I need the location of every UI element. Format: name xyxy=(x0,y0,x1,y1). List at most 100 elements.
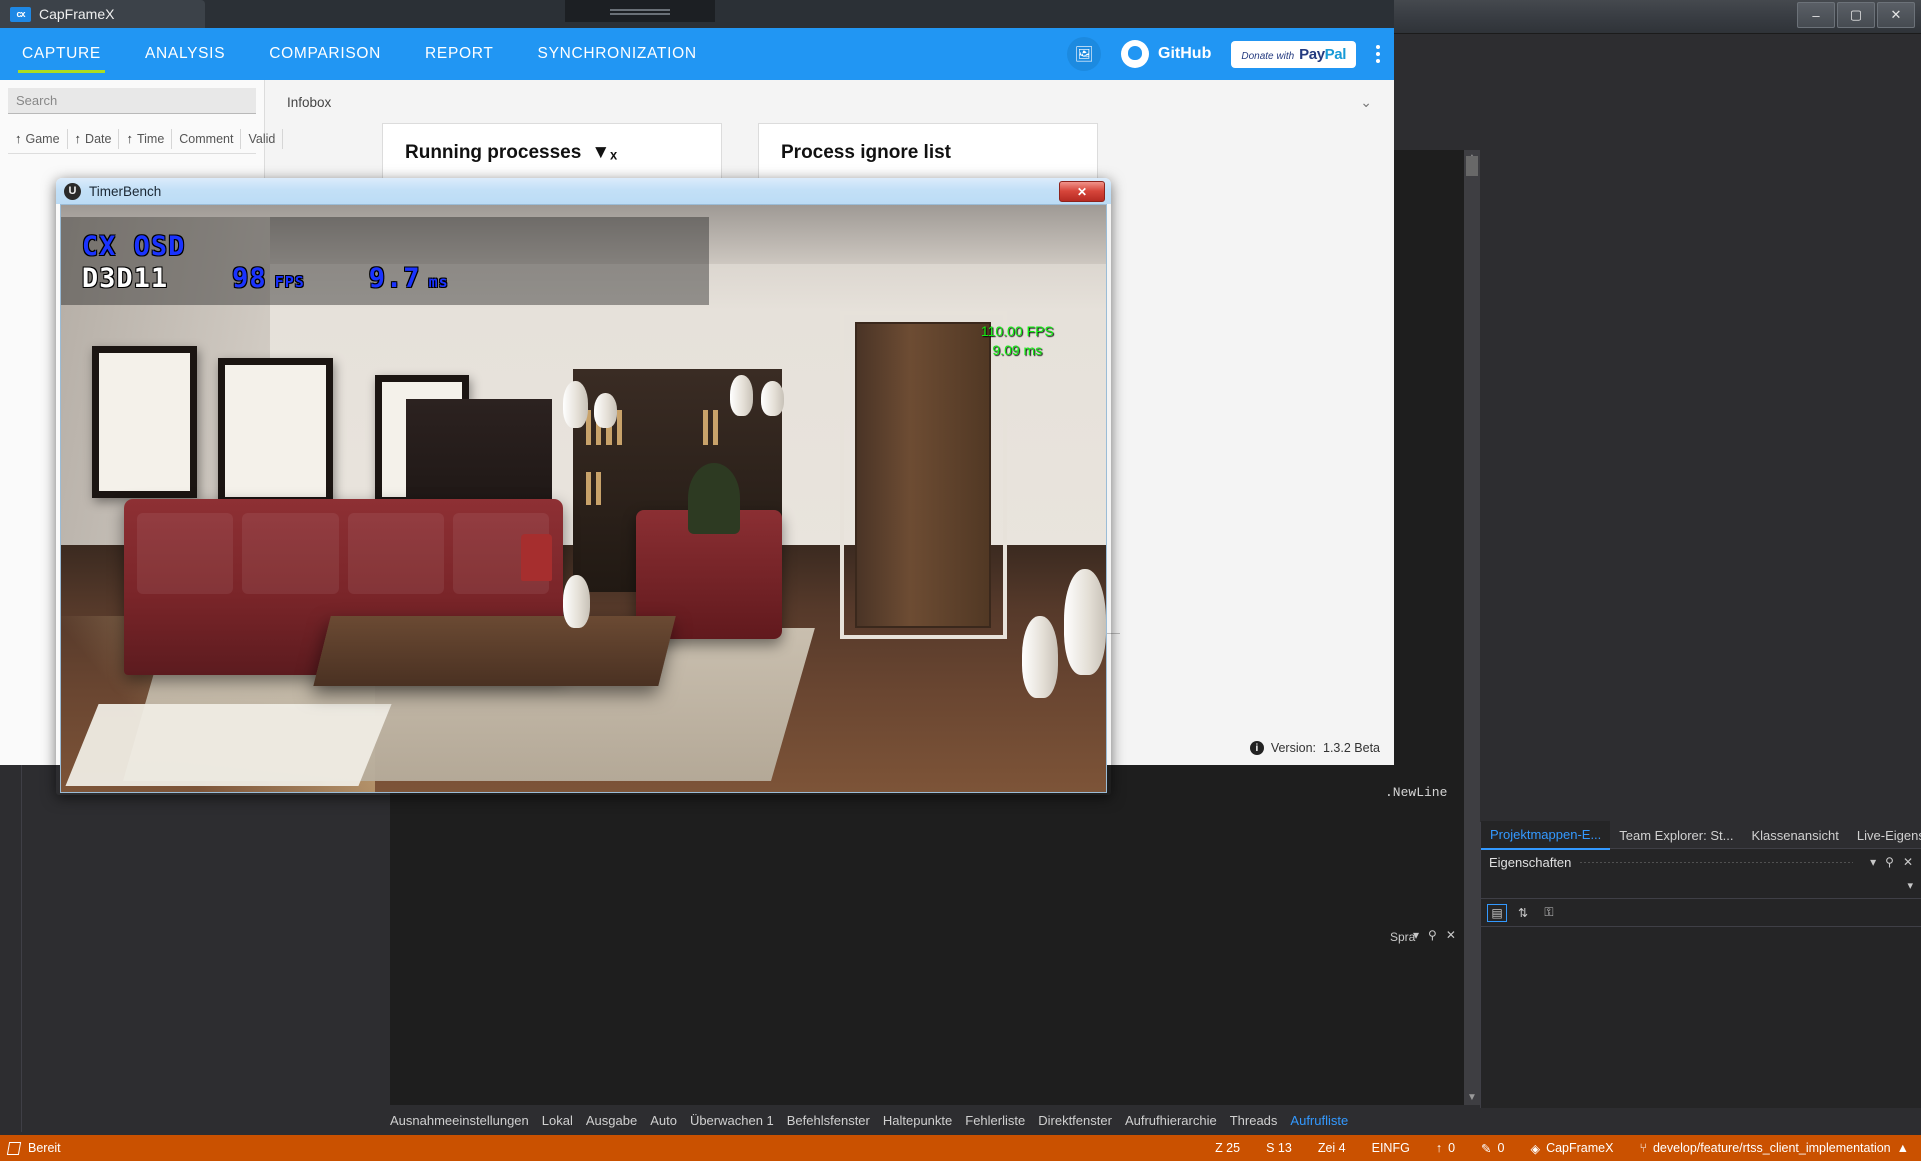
column-header-comment[interactable]: Comment xyxy=(172,128,242,149)
scene-table-lamp xyxy=(520,533,553,581)
header-label-date: Date xyxy=(85,131,112,146)
tab-live-eigenschaften[interactable]: Live-Eigenschaft... xyxy=(1848,822,1921,849)
minitool-close-icon[interactable]: ✕ xyxy=(1446,928,1456,942)
ignore-list-label: Process ignore list xyxy=(781,142,952,163)
tab-ueberwachen-1[interactable]: Überwachen 1 xyxy=(690,1113,774,1128)
tab-capture[interactable]: CAPTURE xyxy=(0,28,123,80)
properties-pin-icon[interactable]: ⚲ xyxy=(1885,855,1894,869)
status-ready-icon xyxy=(6,1141,22,1155)
tab-threads[interactable]: Threads xyxy=(1230,1113,1278,1128)
column-header-game[interactable]: ↑ Game xyxy=(8,128,68,149)
record-table-header[interactable]: ↑ Game ↑ Date ↑ Time Comment Valid xyxy=(8,124,284,154)
filter-off-icon[interactable]: ▼ₓ xyxy=(591,142,617,164)
properties-title: Eigenschaften xyxy=(1489,854,1572,870)
branch-caret-icon[interactable]: ▲ xyxy=(1897,1141,1909,1155)
kebab-menu-icon[interactable] xyxy=(1376,45,1380,63)
status-repository[interactable]: ◈ CapFrameX xyxy=(1530,1141,1613,1156)
vs-maximize-button[interactable]: ▢ xyxy=(1837,2,1875,28)
tab-auto[interactable]: Auto xyxy=(650,1113,677,1128)
version-value: 1.3.2 Beta xyxy=(1323,741,1380,755)
scene-picture-frame xyxy=(92,345,197,499)
github-button[interactable]: GitHub xyxy=(1121,40,1211,68)
donate-paypal-button[interactable]: Donate with PayPal xyxy=(1231,40,1356,68)
tab-haltepunkte[interactable]: Haltepunkte xyxy=(883,1113,952,1128)
info-icon: i xyxy=(1249,741,1264,755)
properties-close-icon[interactable]: ✕ xyxy=(1903,855,1913,869)
tab-aufrufhierarchie[interactable]: Aufrufhierarchie xyxy=(1125,1113,1217,1128)
vs-window-controls[interactable]: – ▢ ✕ xyxy=(1797,2,1915,28)
status-unpushed-commits[interactable]: ↑ 0 xyxy=(1436,1141,1455,1155)
window-drag-handle[interactable] xyxy=(565,0,715,22)
minitool-pin-icon[interactable]: ⚲ xyxy=(1428,928,1437,942)
status-col: S 13 xyxy=(1266,1141,1292,1155)
ignore-list-title: Process ignore list xyxy=(781,142,1075,164)
unpushed-count: 0 xyxy=(1448,1141,1456,1155)
key-icon[interactable]: ⚿ xyxy=(1539,904,1559,922)
osd-frametime-unit: ms xyxy=(428,272,449,291)
scene-door xyxy=(855,322,992,628)
vs-minimize-button[interactable]: – xyxy=(1797,2,1835,28)
search-input[interactable]: Search xyxy=(8,88,256,114)
editor-scrollbar[interactable]: ▲ ▼ xyxy=(1464,150,1480,1105)
scene-book xyxy=(702,409,709,446)
vs-properties-panel[interactable]: Projektmappen-E... Team Explorer: St... … xyxy=(1480,820,1921,1108)
tab-lokal[interactable]: Lokal xyxy=(542,1113,573,1128)
status-branch[interactable]: ⑂ develop/feature/rtss_client_implementa… xyxy=(1639,1141,1909,1155)
capframex-toolbar[interactable]: 🖼 GitHub Donate with PayPal xyxy=(1067,37,1394,71)
tab-klassenansicht[interactable]: Klassenansicht xyxy=(1742,822,1847,849)
rendered-scene: CX OSD D3D11 98 FPS 9.7 ms 110.00 FPS 9.… xyxy=(61,205,1106,792)
sort-az-icon[interactable]: ⇅ xyxy=(1513,904,1533,922)
tab-befehlsfenster[interactable]: Befehlsfenster xyxy=(787,1113,870,1128)
scene-vase xyxy=(562,381,588,429)
changes-count: 0 xyxy=(1497,1141,1505,1155)
scroll-thumb[interactable] xyxy=(1466,156,1478,176)
scroll-down-arrow[interactable]: ▼ xyxy=(1467,1092,1477,1103)
tab-direktfenster[interactable]: Direktfenster xyxy=(1038,1113,1112,1128)
properties-dropdown-icon[interactable]: ▾ xyxy=(1870,855,1876,869)
tab-aufrufliste[interactable]: Aufrufliste xyxy=(1290,1113,1348,1128)
render-title-bar[interactable]: U TimerBench ✕ xyxy=(56,178,1111,204)
properties-toolbar[interactable]: ▤ ⇅ ⚿ xyxy=(1481,899,1921,927)
tab-team-explorer[interactable]: Team Explorer: St... xyxy=(1610,822,1742,849)
status-line: Z 25 xyxy=(1215,1141,1241,1155)
minitool-dropdown-icon[interactable]: ▾ xyxy=(1413,928,1419,942)
categorized-icon[interactable]: ▤ xyxy=(1487,903,1507,922)
arrow-up-icon: ↑ xyxy=(1435,1141,1443,1155)
render-viewport[interactable]: CX OSD D3D11 98 FPS 9.7 ms 110.00 FPS 9.… xyxy=(60,204,1107,793)
tab-ausgabe[interactable]: Ausgabe xyxy=(586,1113,637,1128)
infobox-row[interactable]: Infobox ⌄ xyxy=(287,94,1372,111)
tab-synchronization[interactable]: SYNCHRONIZATION xyxy=(516,28,719,80)
capframex-title-bar[interactable]: cx CapFrameX xyxy=(0,0,1394,28)
capframex-nav-ribbon[interactable]: CAPTURE ANALYSIS COMPARISON REPORT SYNCH… xyxy=(0,28,1394,80)
tab-comparison[interactable]: COMPARISON xyxy=(247,28,403,80)
column-header-date[interactable]: ↑ Date xyxy=(68,128,120,149)
capframex-title-chip[interactable]: cx CapFrameX xyxy=(0,0,205,28)
status-uncommitted-changes[interactable]: ✎ 0 xyxy=(1481,1141,1504,1156)
render-close-button[interactable]: ✕ xyxy=(1059,181,1105,202)
repository-name: CapFrameX xyxy=(1546,1141,1614,1155)
scene-vase xyxy=(729,375,753,417)
header-dot-filler xyxy=(1579,861,1854,863)
vs-mini-toolbar[interactable]: ▾ ⚲ ✕ xyxy=(1413,928,1456,942)
chevron-down-icon[interactable]: ⌄ xyxy=(1360,94,1372,111)
osd-frametime-value: 9.7 xyxy=(368,262,421,294)
tab-ausnahmeeinstellungen[interactable]: Ausnahmeeinstellungen xyxy=(390,1113,529,1128)
tab-report[interactable]: REPORT xyxy=(403,28,516,80)
timerbench-render-window[interactable]: U TimerBench ✕ CX OSD D3D11 98 FPS 9.7 m… xyxy=(56,178,1111,795)
properties-object-combo[interactable]: ▾ xyxy=(1481,875,1921,899)
tab-fehlerliste[interactable]: Fehlerliste xyxy=(965,1113,1025,1128)
combo-caret-icon[interactable]: ▾ xyxy=(1907,879,1913,892)
branch-name: develop/feature/rtss_client_implementati… xyxy=(1652,1141,1891,1155)
tab-analysis[interactable]: ANALYSIS xyxy=(123,28,247,80)
scene-vase xyxy=(593,392,617,429)
vs-right-panel-tabs[interactable]: Projektmappen-E... Team Explorer: St... … xyxy=(1481,820,1921,850)
column-header-time[interactable]: ↑ Time xyxy=(119,128,173,149)
pencil-icon: ✎ xyxy=(1481,1141,1492,1156)
repository-icon: ◈ xyxy=(1530,1141,1541,1156)
sort-ascending-icon: ↑ xyxy=(15,131,22,146)
vs-bottom-tool-tabs[interactable]: Ausnahmeeinstellungen Lokal Ausgabe Auto… xyxy=(380,1108,1480,1132)
tab-projektmappen-explorer[interactable]: Projektmappen-E... xyxy=(1481,820,1611,850)
image-icon[interactable]: 🖼 xyxy=(1067,37,1102,71)
scene-coffee-table xyxy=(313,615,676,687)
vs-close-button[interactable]: ✕ xyxy=(1877,2,1915,28)
